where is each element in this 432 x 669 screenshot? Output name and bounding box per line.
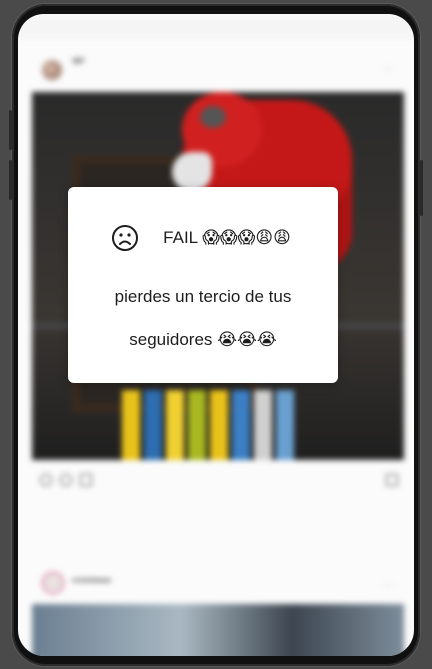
parrot-eye: [200, 106, 226, 128]
tail-feather: [232, 390, 250, 460]
comment-icon[interactable]: [60, 474, 72, 486]
more-options-icon[interactable]: ⋯: [384, 580, 392, 589]
dialog-headline: FAIL 😱😱😱😩😩: [163, 228, 291, 247]
status-bar: [18, 14, 414, 40]
tail-feather: [122, 390, 140, 460]
like-icon[interactable]: [40, 474, 52, 486]
more-options-icon[interactable]: ⋯: [384, 64, 392, 73]
volume-button: [9, 160, 12, 200]
dialog-headline-row: FAIL 😱😱😱😩😩: [68, 224, 338, 252]
avatar[interactable]: [42, 60, 62, 80]
share-icon[interactable]: [80, 474, 92, 486]
volume-button: [9, 110, 12, 150]
power-button: [420, 160, 423, 216]
tail-feather: [188, 390, 206, 460]
post-actions: [40, 474, 400, 490]
tail-feather: [210, 390, 228, 460]
second-post: srxwwdaaaaa ⋯: [18, 566, 414, 656]
tail-feather: [254, 390, 272, 460]
tail-feather: [166, 390, 184, 460]
dialog-message-line-2: seguidores 😭😭😭: [129, 330, 277, 349]
tail-feather: [144, 390, 162, 460]
sad-face-icon: [112, 225, 139, 251]
dialog-message-line-1: pierdes un tercio de tus: [114, 287, 292, 306]
post-username[interactable]: srxwwdaaaaa: [72, 578, 111, 584]
post-image[interactable]: [32, 604, 404, 656]
save-icon[interactable]: [386, 474, 398, 486]
tail-feather: [276, 390, 294, 460]
fail-dialog: FAIL 😱😱😱😩😩 pierdes un tercio de tus segu…: [68, 187, 338, 383]
avatar[interactable]: [42, 572, 64, 594]
post-username[interactable]: ajjjd: [72, 58, 84, 64]
post-header[interactable]: ajjjd ⋯: [18, 54, 414, 90]
parrot-beak: [172, 152, 212, 192]
